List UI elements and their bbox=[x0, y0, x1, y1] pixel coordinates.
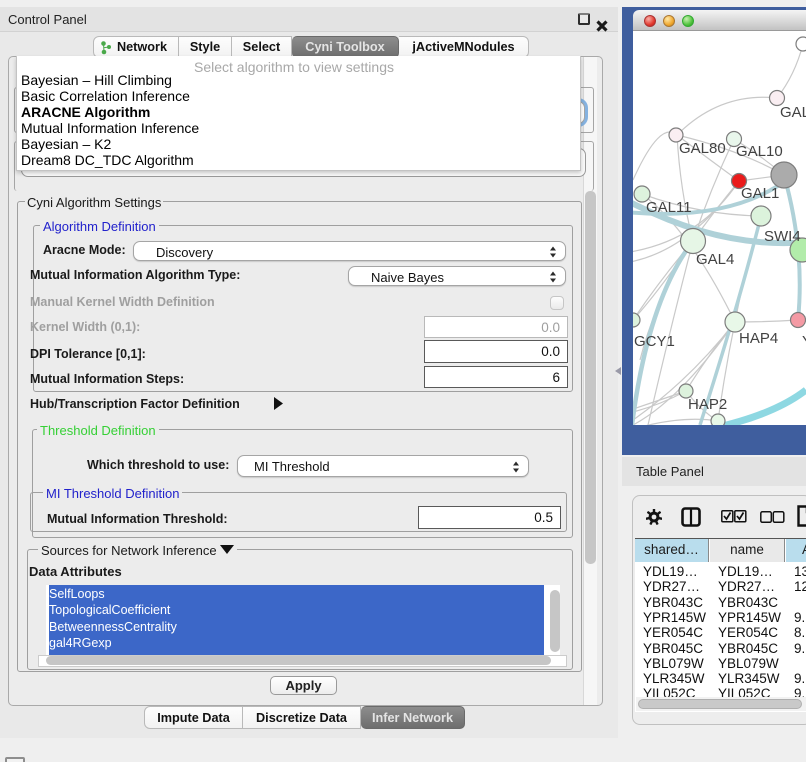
svg-text:GAL11: GAL11 bbox=[646, 199, 692, 216]
svg-text:GAL10: GAL10 bbox=[736, 143, 783, 160]
svg-text:GAL80: GAL80 bbox=[679, 140, 726, 157]
svg-text:HAP2: HAP2 bbox=[688, 396, 727, 413]
svg-text:HAP4: HAP4 bbox=[739, 330, 778, 347]
svg-text:Y: Y bbox=[802, 333, 806, 350]
svg-text:SWI4: SWI4 bbox=[764, 228, 801, 245]
svg-text:GCY1: GCY1 bbox=[634, 333, 675, 350]
svg-text:GAL1: GAL1 bbox=[741, 185, 779, 202]
svg-text:GAL: GAL bbox=[780, 104, 806, 121]
svg-text:GAL4: GAL4 bbox=[696, 251, 734, 268]
